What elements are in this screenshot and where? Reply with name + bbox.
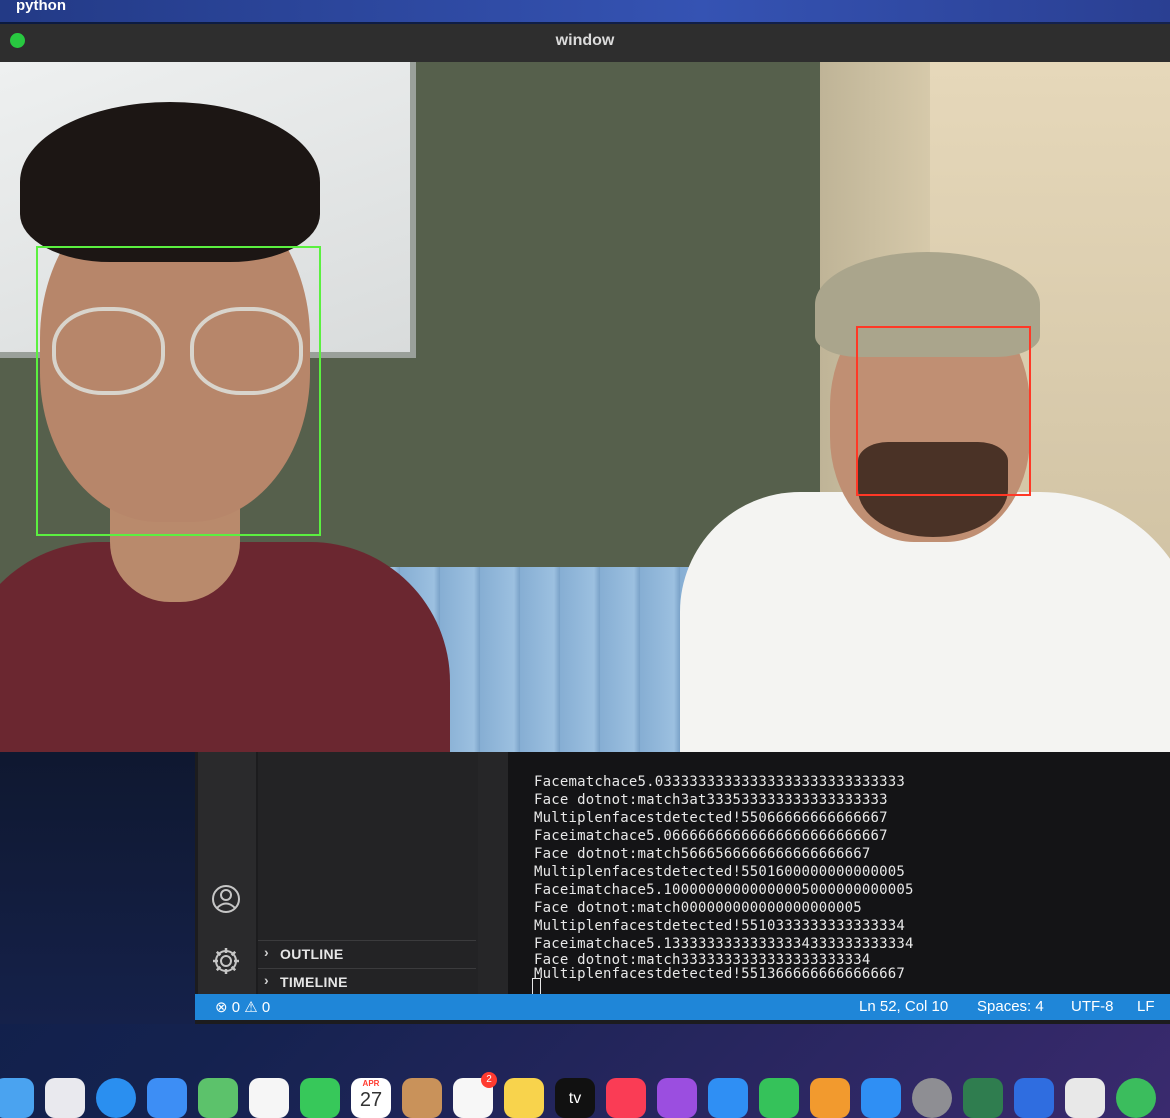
finder-icon[interactable] xyxy=(0,1078,34,1118)
calendar-month: APR xyxy=(362,1079,380,1088)
numbers-icon[interactable] xyxy=(759,1078,799,1118)
calendar-icon[interactable]: APR 27 xyxy=(351,1078,391,1118)
podcasts-icon[interactable] xyxy=(657,1078,697,1118)
calendar-day: 27 xyxy=(359,1089,383,1111)
encoding-setting[interactable]: UTF-8 xyxy=(1071,998,1114,1015)
error-count: 0 xyxy=(231,999,241,1016)
music-icon[interactable] xyxy=(606,1078,646,1118)
sidebar: › OUTLINE › TIMELINE xyxy=(258,752,478,994)
person-left-hair xyxy=(20,102,320,262)
sidebar-section-label: OUTLINE xyxy=(280,946,344,962)
app-icon-4[interactable] xyxy=(1116,1078,1156,1118)
keynote-icon[interactable] xyxy=(708,1078,748,1118)
terminal-line: Multiplenfacestdetected!5510333333333333… xyxy=(534,918,906,934)
apple-tv-icon[interactable]: tv xyxy=(555,1078,595,1118)
terminal-panel[interactable]: Facematchace5.03333333333333333333333333… xyxy=(508,752,1170,994)
sidebar-section-timeline[interactable]: › TIMELINE xyxy=(258,968,476,995)
activity-bar xyxy=(198,752,256,994)
mail-icon[interactable] xyxy=(147,1078,187,1118)
indentation-setting[interactable]: Spaces: 4 xyxy=(977,998,1044,1015)
camera-feed xyxy=(0,62,1170,772)
maps-icon[interactable] xyxy=(198,1078,238,1118)
terminal-line: Face dotnot:match000000000000000000005 xyxy=(534,900,862,916)
app-icon-3[interactable] xyxy=(1065,1078,1105,1118)
face-detection-box-nomatch xyxy=(856,326,1031,496)
status-bar: ⊗ 0 ⚠ 0 Ln 52, Col 10 Spaces: 4 UTF-8 LF xyxy=(195,994,1170,1020)
safari-icon[interactable] xyxy=(96,1078,136,1118)
sidebar-section-outline[interactable]: › OUTLINE xyxy=(258,940,476,967)
chevron-right-icon: › xyxy=(264,944,269,960)
menu-bar: python xyxy=(0,0,1170,22)
eol-setting[interactable]: LF xyxy=(1137,998,1155,1015)
facetime-icon[interactable] xyxy=(300,1078,340,1118)
face-detection-box-match xyxy=(36,246,321,536)
dock: APR 27 2 tv xyxy=(0,1066,1170,1118)
error-icon: ⊗ xyxy=(215,999,228,1016)
tv-label: tv xyxy=(568,1090,582,1107)
gear-icon[interactable] xyxy=(211,946,241,976)
launchpad-icon[interactable] xyxy=(45,1078,85,1118)
warning-icon: ⚠ xyxy=(244,999,258,1016)
system-preferences-icon[interactable] xyxy=(912,1078,952,1118)
terminal-line: Multiplenfacestdetected!5506666666666666… xyxy=(534,810,888,826)
reminders-icon[interactable]: 2 xyxy=(453,1072,497,1118)
desktop-background xyxy=(0,752,195,1024)
sidebar-section-label: TIMELINE xyxy=(280,974,348,990)
camera-window-titlebar[interactable]: window xyxy=(0,24,1170,63)
app-icon-2[interactable] xyxy=(1014,1078,1054,1118)
photos-icon[interactable] xyxy=(249,1078,289,1118)
terminal-line: Face dotnot:match5666566666666666666667 xyxy=(534,846,871,862)
pages-icon[interactable] xyxy=(810,1078,850,1118)
chevron-right-icon: › xyxy=(264,972,269,988)
terminal-line: Facematchace5.03333333333333333333333333… xyxy=(534,774,906,790)
warning-count: 0 xyxy=(261,999,271,1016)
terminal-line: Face dotnot:match3at33353333333333333333… xyxy=(534,792,888,808)
notes-icon[interactable] xyxy=(504,1078,544,1118)
vscode-window: › OUTLINE › TIMELINE Facematchace5.03333… xyxy=(0,752,1170,1024)
app-store-icon[interactable] xyxy=(861,1078,901,1118)
window-title: window xyxy=(555,32,615,49)
cursor-position[interactable]: Ln 52, Col 10 xyxy=(859,998,948,1015)
terminal-line: Multiplenfacestdetected!5513666666666666… xyxy=(534,966,906,982)
terminal-cursor xyxy=(532,978,541,994)
app-icon-1[interactable] xyxy=(963,1078,1003,1118)
camera-window: window xyxy=(0,24,1170,772)
terminal-line: Faceimatchace5.1000000000000000500000000… xyxy=(534,882,914,898)
problems-indicator[interactable]: ⊗ 0 ⚠ 0 xyxy=(215,998,270,1016)
panel-divider xyxy=(478,752,508,994)
terminal-line: Multiplenfacestdetected!5501600000000000… xyxy=(534,864,906,880)
reminders-badge: 2 xyxy=(481,1072,497,1088)
account-icon[interactable] xyxy=(211,884,241,914)
terminal-line: Faceimatchace5.1333333333333333433333333… xyxy=(534,936,914,952)
app-name[interactable]: python xyxy=(16,0,66,14)
contacts-icon[interactable] xyxy=(402,1078,442,1118)
terminal-line: Faceimatchace5.0666666666666666666666666… xyxy=(534,828,888,844)
